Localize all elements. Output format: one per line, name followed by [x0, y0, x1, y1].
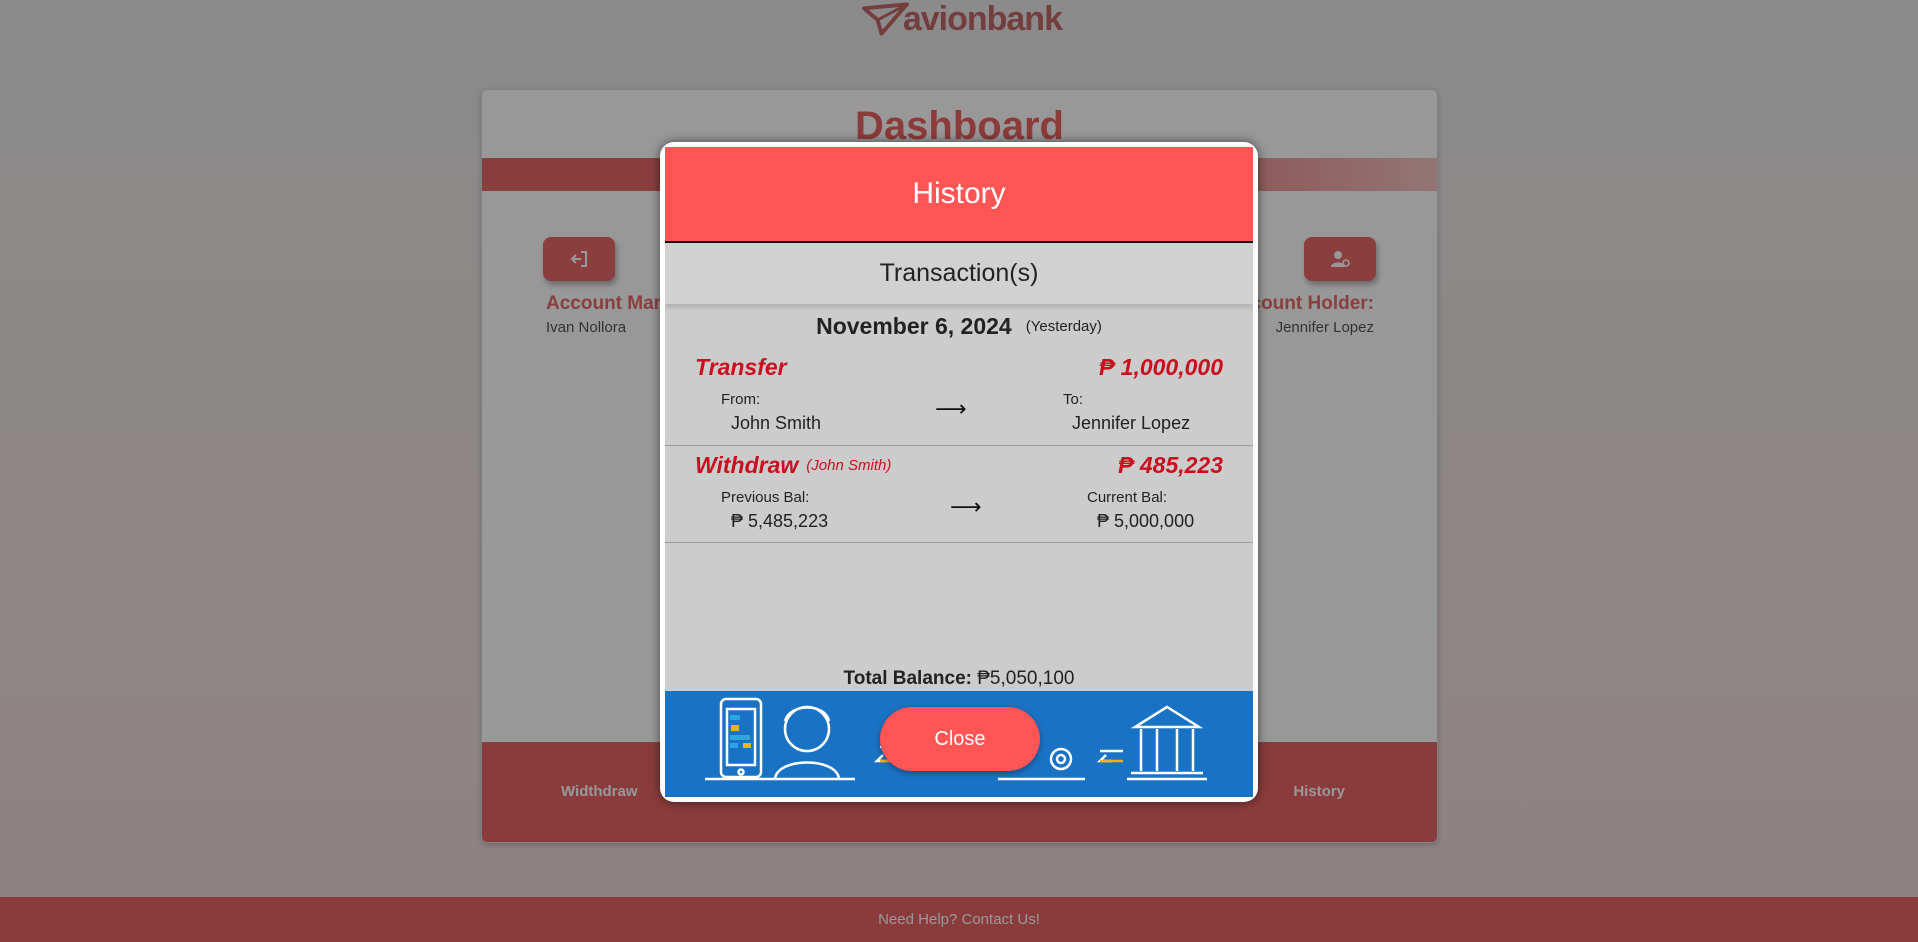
transaction-user: (John Smith) — [806, 457, 892, 474]
transaction-amount: ₱ 1,000,000 — [1098, 354, 1223, 380]
date-relative: (Yesterday) — [1025, 318, 1102, 335]
current-balance-value: ₱ 5,000,000 — [1097, 511, 1195, 531]
from-label: From: — [721, 391, 761, 408]
previous-balance-value: ₱ 5,485,223 — [731, 511, 829, 531]
total-balance: Total Balance: ₱5,050,100 — [665, 668, 1253, 690]
total-balance-value: ₱5,050,100 — [971, 668, 1075, 689]
transaction-item: Withdraw (John Smith) ₱ 485,223 Previous … — [665, 452, 1253, 543]
transaction-item: Transfer ₱ 1,000,000 From: John Smith ⟶ … — [665, 354, 1253, 446]
date-row: November 6, 2024 (Yesterday) — [665, 313, 1253, 340]
transaction-amount: ₱ 485,223 — [1118, 452, 1223, 478]
to-value: Jennifer Lopez — [1072, 413, 1191, 433]
history-modal: History Transaction(s) November 6, 2024 (… — [660, 142, 1258, 802]
transaction-type: Transfer — [695, 354, 787, 380]
previous-balance-label: Previous Bal: — [721, 489, 810, 506]
from-value: John Smith — [731, 413, 822, 433]
to-label: To: — [1063, 391, 1084, 408]
arrow-right-icon: ⟶ — [950, 494, 982, 519]
modal-subheader: Transaction(s) — [665, 243, 1253, 304]
total-balance-label: Total Balance: — [843, 668, 972, 689]
transaction-type: Withdraw (John Smith) — [695, 452, 891, 479]
transaction-date: November 6, 2024 — [816, 313, 1012, 339]
arrow-right-icon: ⟶ — [935, 396, 967, 421]
modal-subtitle: Transaction(s) — [879, 259, 1039, 287]
modal-header: History — [665, 147, 1253, 243]
transaction-type-label: Withdraw — [695, 452, 799, 478]
close-button[interactable]: Close — [880, 707, 1040, 771]
modal-title: History — [912, 177, 1006, 210]
current-balance-label: Current Bal: — [1087, 489, 1168, 506]
